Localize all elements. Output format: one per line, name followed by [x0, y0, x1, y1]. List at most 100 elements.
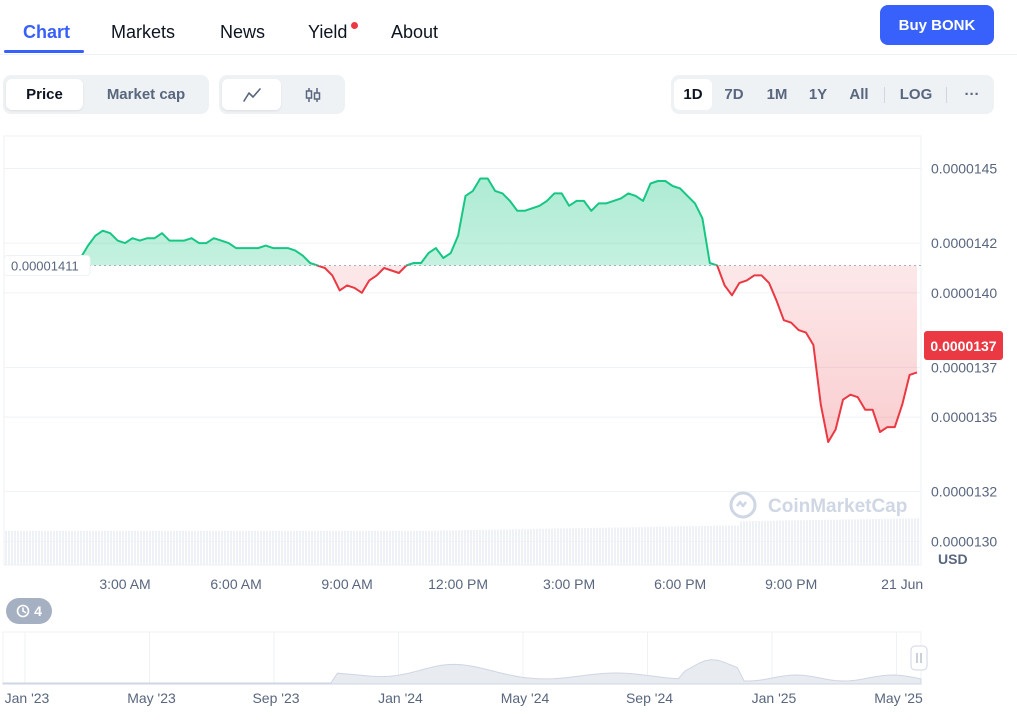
volume-bar	[734, 525, 736, 565]
volume-bar	[680, 526, 682, 565]
tab-yield[interactable]: Yield	[308, 22, 347, 43]
volume-bar	[806, 520, 808, 565]
volume-bar	[758, 521, 760, 565]
volume-bar	[575, 528, 577, 565]
volume-bar	[611, 527, 613, 565]
x-tick-label: 21 Jun	[881, 576, 923, 592]
range-1y[interactable]: 1Y	[799, 79, 837, 110]
volume-bar	[881, 518, 883, 565]
buy-button[interactable]: Buy BONK	[880, 5, 994, 45]
line-chart-button[interactable]	[222, 79, 281, 110]
volume-bar	[590, 527, 592, 565]
volume-bar	[227, 531, 229, 565]
volume-bar	[887, 518, 889, 565]
volume-bar	[683, 526, 685, 565]
volume-bar	[377, 531, 379, 565]
volume-bar	[698, 526, 700, 565]
volume-bar	[209, 531, 211, 565]
volume-bar	[905, 518, 907, 565]
price-button[interactable]: Price	[6, 79, 83, 110]
overview-handle[interactable]	[910, 645, 928, 671]
range-7d[interactable]: 7D	[715, 79, 753, 110]
volume-bar	[629, 527, 631, 565]
volume-bar	[533, 528, 535, 565]
volume-bar	[89, 531, 91, 565]
log-scale-button[interactable]: LOG	[893, 79, 939, 110]
volume-bar	[671, 526, 673, 565]
volume-bar	[122, 531, 124, 565]
volume-bar	[878, 518, 880, 565]
volume-bar	[419, 530, 421, 565]
volume-bar	[335, 531, 337, 565]
volume-bar	[743, 521, 745, 565]
more-options-button[interactable]: ···	[953, 79, 991, 110]
volume-bar	[908, 518, 910, 565]
volume-bar	[491, 529, 493, 565]
volume-bar	[278, 531, 280, 565]
tab-news[interactable]: News	[220, 22, 265, 43]
range-1d[interactable]: 1D	[674, 79, 712, 110]
volume-bar	[305, 531, 307, 565]
volume-bar	[713, 525, 715, 565]
range-1m[interactable]: 1M	[758, 79, 796, 110]
history-badge[interactable]: 4	[6, 598, 52, 624]
tab-about[interactable]: About	[391, 22, 438, 43]
toolbar-divider	[884, 87, 885, 103]
volume-bar	[476, 529, 478, 565]
volume-bar	[719, 525, 721, 565]
volume-bar	[350, 531, 352, 565]
volume-bar	[197, 531, 199, 565]
volume-bar	[569, 528, 571, 565]
volume-bar	[821, 519, 823, 565]
market-cap-button[interactable]: Market cap	[89, 79, 203, 110]
chart-type-toggle	[219, 75, 345, 114]
range-all[interactable]: All	[840, 79, 878, 110]
overview-tick-label: Sep '23	[252, 690, 299, 706]
volume-bar	[296, 531, 298, 565]
history-icon	[16, 604, 30, 618]
volume-bar	[626, 527, 628, 565]
volume-bar	[59, 531, 61, 565]
volume-bar	[311, 531, 313, 565]
volume-bar	[308, 531, 310, 565]
volume-bar	[914, 518, 916, 565]
volume-bar	[884, 518, 886, 565]
volume-bar	[647, 526, 649, 565]
overview-navigator[interactable]: Jan '23 May '23 Sep '23 Jan '24 May '24 Sep '…	[0, 626, 1017, 726]
volume-bar	[371, 531, 373, 565]
volume-bar	[26, 531, 28, 565]
volume-bar	[188, 531, 190, 565]
tab-markets[interactable]: Markets	[111, 22, 175, 43]
volume-bar	[587, 528, 589, 565]
volume-bar	[242, 531, 244, 565]
current-price-tag: 0.0000137	[924, 331, 1003, 360]
volume-bar	[128, 531, 130, 565]
volume-bar	[479, 529, 481, 565]
volume-bar	[113, 531, 115, 565]
volume-bar	[431, 530, 433, 565]
price-area	[14, 178, 917, 442]
volume-bar	[875, 519, 877, 565]
volume-bar	[50, 531, 52, 565]
price-chart[interactable]: CoinMarketCap 0.0000145 0.0000142 0.000014…	[0, 130, 1017, 600]
volume-bar	[704, 525, 706, 565]
volume-bar	[257, 531, 259, 565]
volume-bar	[83, 531, 85, 565]
tab-chart[interactable]: Chart	[23, 22, 70, 43]
candlestick-button[interactable]	[285, 79, 341, 110]
volume-bar	[17, 531, 19, 565]
volume-bar	[275, 531, 277, 565]
volume-bar	[551, 528, 553, 565]
volume-bar	[95, 531, 97, 565]
volume-bar	[518, 529, 520, 565]
volume-bar	[791, 520, 793, 565]
volume-bar	[215, 531, 217, 565]
volume-bar	[395, 531, 397, 565]
volume-bar	[467, 530, 469, 565]
volume-bar	[464, 530, 466, 565]
volume-bar	[797, 520, 799, 565]
volume-bar	[398, 531, 400, 565]
volume-bar	[221, 531, 223, 565]
volume-bar	[623, 527, 625, 565]
volume-bar	[410, 531, 412, 565]
